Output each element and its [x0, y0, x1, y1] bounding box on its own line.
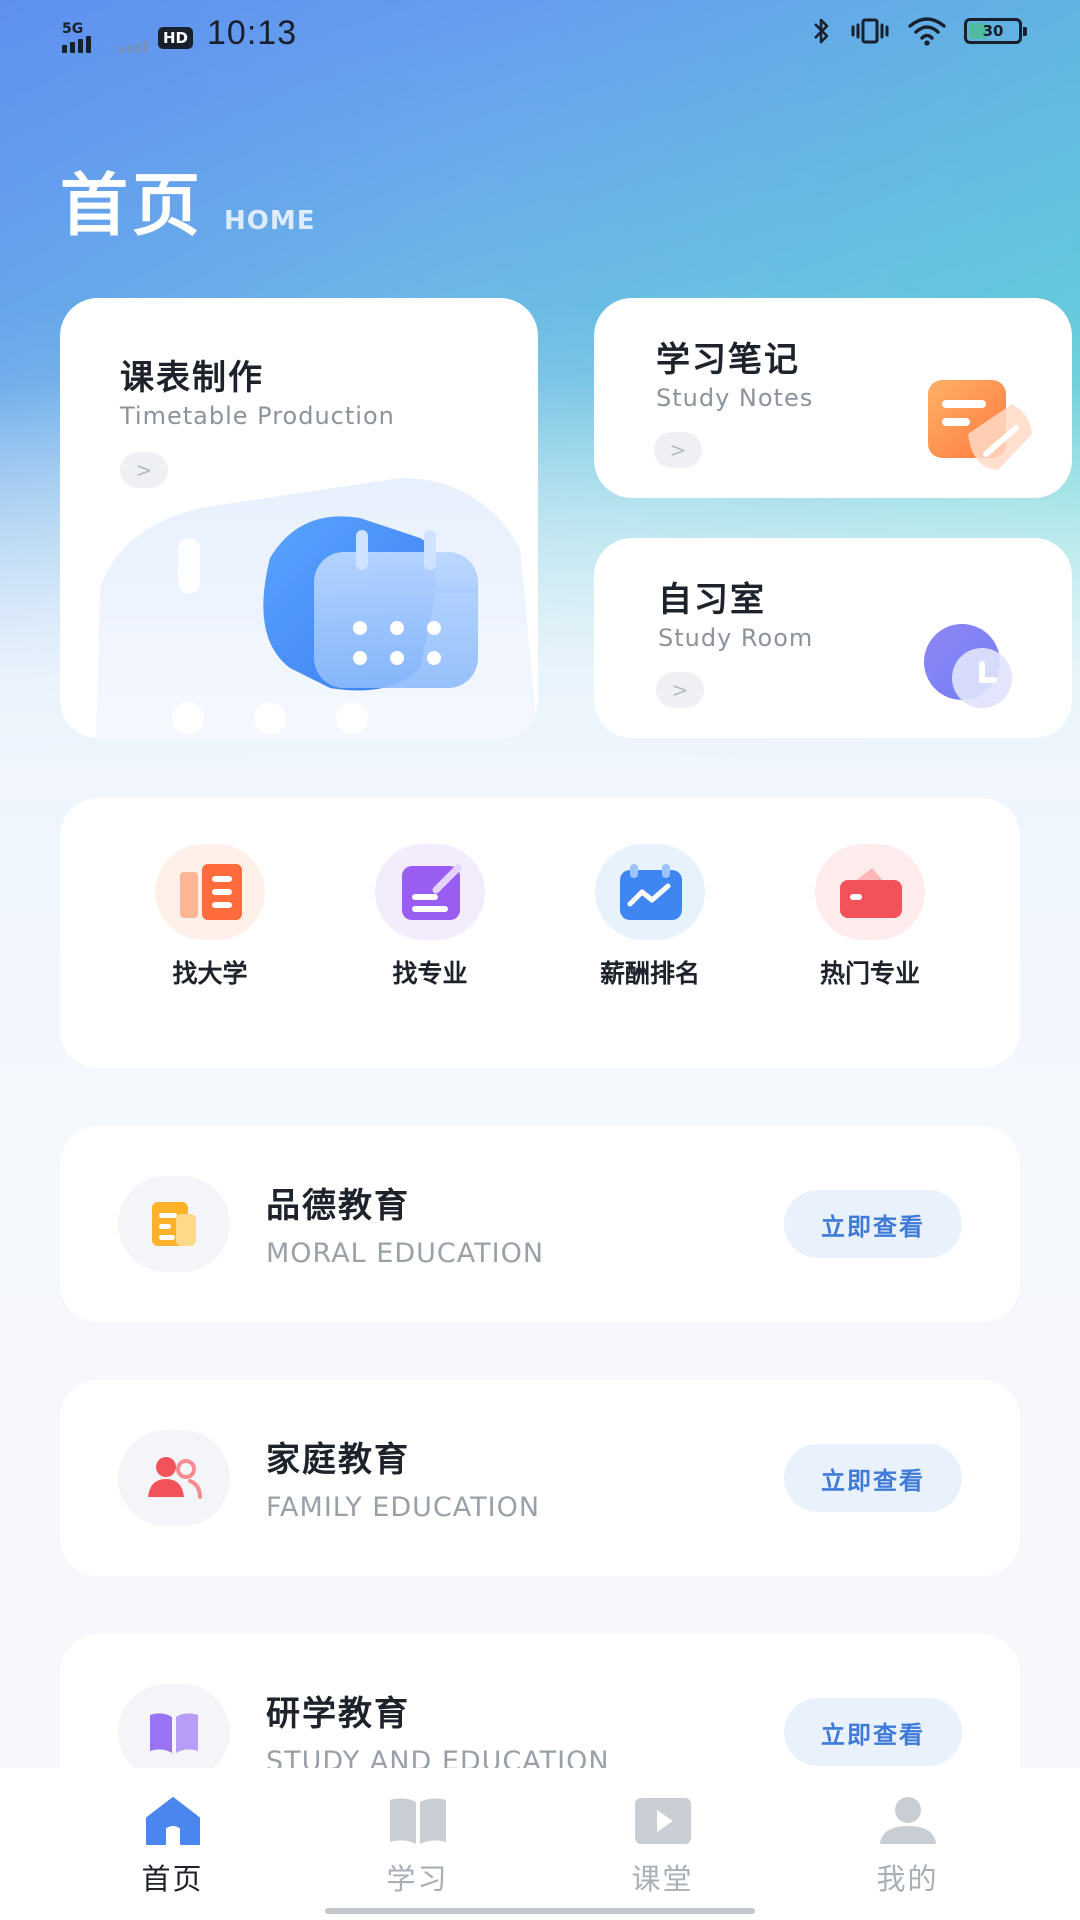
quick-nav-popular-majors[interactable]: 热门专业: [790, 798, 950, 1068]
list-item[interactable]: 品德教育 MORAL EDUCATION 立即查看: [60, 1126, 1020, 1322]
family-icon: [118, 1430, 230, 1526]
tab-study[interactable]: 学习: [343, 1768, 493, 1920]
quick-nav-label: 找专业: [392, 959, 468, 988]
tab-label: 学习: [386, 1862, 449, 1896]
list-item-title: 研学教育: [266, 1694, 410, 1734]
quick-nav: 找大学 找专业 薪酬排名 热门专业: [60, 798, 1020, 1068]
wifi-icon: [908, 17, 946, 46]
list-item-subtitle: MORAL EDUCATION: [266, 1238, 545, 1269]
bluetooth-icon: [814, 18, 829, 44]
quick-nav-label: 薪酬排名: [599, 959, 700, 988]
list-item-title: 家庭教育: [266, 1440, 410, 1480]
view-now-button[interactable]: 立即查看: [784, 1444, 962, 1512]
user-icon: [879, 1797, 936, 1844]
quick-nav-find-major[interactable]: 找专业: [350, 798, 510, 1068]
salary-chart-icon: [595, 844, 705, 940]
battery-icon: 30: [964, 18, 1027, 44]
tab-label: 我的: [876, 1862, 939, 1896]
study-room-arrow-button[interactable]: >: [656, 672, 704, 708]
notepad-pencil-icon: [928, 380, 1032, 470]
vibrate-icon: [851, 18, 889, 44]
quick-nav-label: 找大学: [172, 959, 248, 988]
study-notes-title: 学习笔记: [656, 340, 800, 380]
tab-home[interactable]: 首页: [98, 1768, 248, 1920]
view-now-button[interactable]: 立即查看: [784, 1698, 962, 1766]
play-video-icon: [634, 1798, 691, 1844]
book-icon: [118, 1684, 230, 1780]
hd-badge: HD: [158, 27, 194, 49]
quick-nav-label: 热门专业: [819, 959, 920, 988]
home-indicator[interactable]: [325, 1908, 755, 1914]
study-notes-subtitle: Study Notes: [656, 384, 814, 412]
tab-label: 课堂: [631, 1862, 694, 1896]
page-title: 首页 HOME: [60, 150, 316, 249]
quick-nav-find-university[interactable]: 找大学: [130, 798, 290, 1068]
status-bar: 5G HD 10:13 30: [0, 0, 1080, 70]
study-room-subtitle: Study Room: [658, 624, 814, 652]
major-edit-icon: [375, 844, 485, 940]
quick-nav-salary-ranking[interactable]: 薪酬排名: [570, 798, 730, 1068]
page-title-en: HOME: [224, 206, 316, 236]
tab-profile[interactable]: 我的: [833, 1768, 983, 1920]
popular-wallet-icon: [815, 844, 925, 940]
home-icon: [145, 1797, 200, 1845]
university-list-icon: [155, 844, 265, 940]
status-right: 30: [812, 16, 1027, 46]
document-icon: [118, 1176, 230, 1272]
list-item[interactable]: 家庭教育 FAMILY EDUCATION 立即查看: [60, 1380, 1020, 1576]
study-notes-card[interactable]: 学习笔记 Study Notes >: [594, 298, 1072, 498]
page-title-cn: 首页: [60, 167, 205, 246]
open-book-icon: [389, 1798, 446, 1844]
calendar-icon: [96, 478, 538, 738]
tab-label: 首页: [141, 1862, 204, 1896]
timetable-title: 课表制作: [120, 358, 264, 398]
bottom-tab-bar: 首页 学习 课堂 我的: [0, 1768, 1080, 1920]
status-left: 5G HD 10:13: [62, 14, 297, 53]
signal-strength-icon: 5G: [62, 21, 91, 53]
study-room-card[interactable]: 自习室 Study Room >: [594, 538, 1072, 738]
alarm-clock-icon: [924, 624, 1012, 708]
status-time: 10:13: [207, 14, 298, 52]
view-now-button[interactable]: 立即查看: [784, 1190, 962, 1258]
list-item-subtitle: FAMILY EDUCATION: [266, 1492, 541, 1523]
study-room-title: 自习室: [658, 580, 766, 620]
network-type: 5G: [62, 21, 84, 37]
list-item-title: 品德教育: [266, 1186, 410, 1226]
battery-level: 30: [982, 22, 1004, 40]
tab-classroom[interactable]: 课堂: [588, 1768, 738, 1920]
signal-strength-secondary-icon: [119, 25, 148, 53]
timetable-subtitle: Timetable Production: [120, 402, 395, 430]
study-notes-arrow-button[interactable]: >: [654, 432, 702, 468]
timetable-card[interactable]: 课表制作 Timetable Production >: [60, 298, 538, 738]
